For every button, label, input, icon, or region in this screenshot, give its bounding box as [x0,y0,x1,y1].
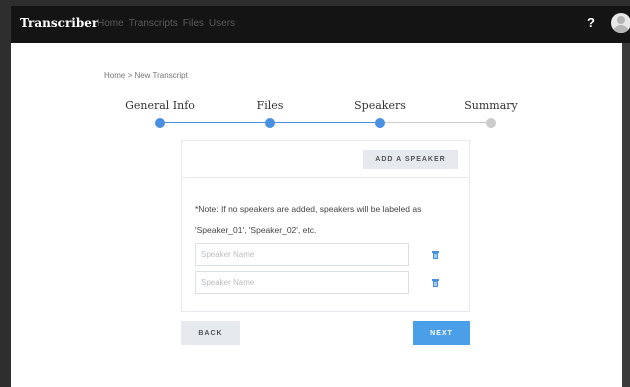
user-avatar[interactable] [611,13,630,33]
add-speaker-button[interactable]: ADD A SPEAKER [363,150,458,169]
brand-logo[interactable]: Transcriber [20,16,98,30]
nav-item-files[interactable]: Files [183,18,204,29]
progress-stepper: General Info Files Speakers Summary [11,99,622,139]
step-dot-speakers[interactable] [375,118,385,128]
step-label-general-info: General Info [125,99,195,112]
top-navbar: Transcriber Home Transcripts Files Users… [11,0,630,43]
card-divider [182,177,469,178]
step-dot-general-info[interactable] [155,118,165,128]
speaker-note: *Note: If no speakers are added, speaker… [195,204,422,235]
step-connector [380,122,491,123]
breadcrumb: Home > New Transcript [104,71,188,80]
main-nav: Home Transcripts Files Users [97,18,235,29]
nav-item-home[interactable]: Home [97,18,124,29]
avatar-body-icon [613,25,629,33]
step-label-files: Files [256,99,284,112]
window-edge [0,0,11,387]
step-label-summary: Summary [464,99,518,112]
delete-speaker-icon[interactable] [432,251,439,259]
speakers-card: ADD A SPEAKER *Note: If no speakers are … [181,140,470,312]
help-button[interactable]: ? [587,15,595,30]
main-content: Home > New Transcript General Info Files… [11,43,622,387]
next-button[interactable]: NEXT [413,321,470,345]
nav-item-users[interactable]: Users [209,18,235,29]
scrollbar-track[interactable] [622,43,630,387]
trash-bin-icon [433,253,438,259]
trash-bin-icon [433,281,438,287]
nav-item-transcripts[interactable]: Transcripts [129,18,178,29]
step-dot-summary [486,118,496,128]
avatar-head-icon [617,16,625,24]
speaker-name-input[interactable] [195,243,409,266]
back-button[interactable]: BACK [181,321,240,345]
delete-speaker-icon[interactable] [432,279,439,287]
speaker-name-input[interactable] [195,271,409,294]
step-dot-files[interactable] [265,118,275,128]
step-label-speakers: Speakers [354,99,406,112]
